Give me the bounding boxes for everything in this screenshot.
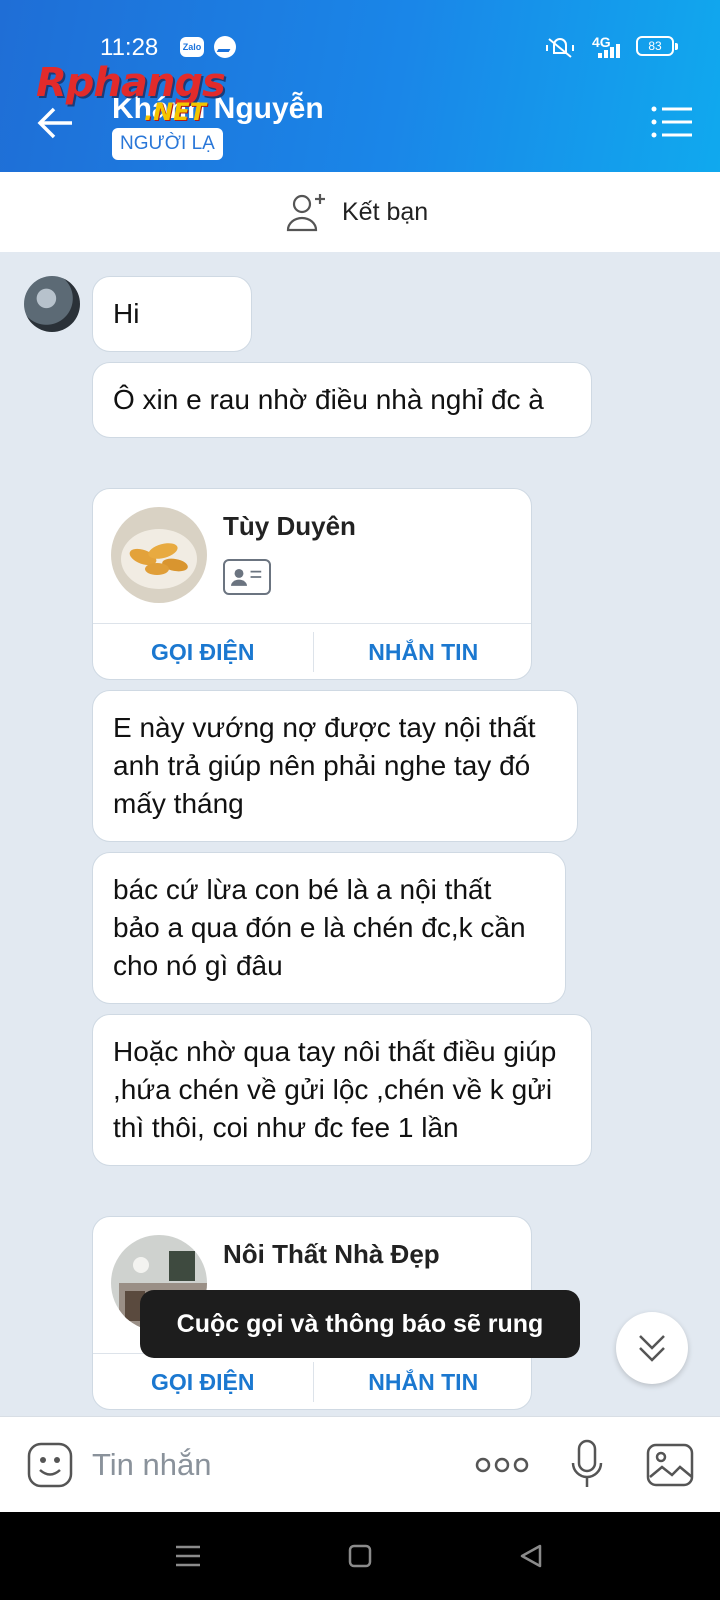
top-bar: 11:28 Zalo 4G 83 Khánh Nguyễn NGƯỜI LẠ R… xyxy=(0,0,720,172)
call-button[interactable]: GỌI ĐIỆN xyxy=(93,1354,313,1409)
system-nav-bar xyxy=(0,1512,720,1600)
message-bubble[interactable]: Ô xin e rau nhờ điều nhà nghỉ đc à xyxy=(92,362,592,438)
microphone-icon[interactable] xyxy=(570,1439,604,1491)
signal-icon xyxy=(598,44,622,58)
vibrate-icon xyxy=(546,38,574,58)
contact-card-actions: GỌI ĐIỆN NHẮN TIN xyxy=(93,623,532,679)
add-friend-icon xyxy=(286,194,325,232)
message-bubble[interactable]: E này vướng nợ được tay nội thất anh trả… xyxy=(92,690,578,842)
nav-menu-icon[interactable] xyxy=(170,1538,206,1574)
message-text: Hi xyxy=(113,298,140,329)
id-card-icon xyxy=(223,559,271,595)
add-friend-button[interactable]: Kết bạn xyxy=(286,190,428,234)
contact-card-name: Tùy Duyên xyxy=(223,511,356,541)
call-button[interactable]: GỌI ĐIỆN xyxy=(93,624,313,679)
nav-home-icon[interactable] xyxy=(342,1538,378,1574)
contact-card[interactable]: Tùy Duyên GỌI ĐIỆN NHẮN TIN xyxy=(92,488,532,680)
nav-back-icon[interactable] xyxy=(514,1538,550,1574)
add-friend-label: Kết bạn xyxy=(342,197,429,226)
scroll-to-bottom-button[interactable] xyxy=(616,1312,688,1384)
message-composer xyxy=(0,1416,720,1512)
messenger-notification-icon xyxy=(214,36,236,58)
message-input[interactable] xyxy=(92,1439,452,1491)
message-bubble[interactable]: Hi xyxy=(92,276,252,352)
watermark-logo: Rphangs .NET xyxy=(36,60,256,140)
more-dots-icon[interactable] xyxy=(474,1447,530,1483)
message-text: Ô xin e rau nhờ điều nhà nghỉ đc à xyxy=(113,384,544,415)
sender-avatar[interactable] xyxy=(24,276,80,332)
message-text: E này vướng nợ được tay nội thất anh trả… xyxy=(113,712,536,819)
emoji-icon[interactable] xyxy=(26,1441,74,1489)
message-text: Hoặc nhờ qua tay nôi thất điều giúp ,hứa… xyxy=(113,1036,557,1143)
message-text: bác cứ lừa con bé là a nội thất bảo a qu… xyxy=(113,874,526,981)
send-message-button[interactable]: NHẮN TIN xyxy=(314,1354,532,1409)
chevrons-down-icon xyxy=(639,1335,665,1362)
contact-card-name: Nôi Thất Nhà Đẹp xyxy=(223,1239,440,1269)
image-icon[interactable] xyxy=(646,1443,694,1487)
message-bubble[interactable]: bác cứ lừa con bé là a nội thất bảo a qu… xyxy=(92,852,566,1004)
status-time: 11:28 xyxy=(100,34,159,61)
contact-card-photo xyxy=(111,507,207,603)
send-message-button[interactable]: NHẮN TIN xyxy=(314,624,532,679)
watermark-text-bottom: .NET xyxy=(144,98,206,126)
message-bubble[interactable]: Hoặc nhờ qua tay nôi thất điều giúp ,hứa… xyxy=(92,1014,592,1166)
zalo-notification-icon: Zalo xyxy=(180,37,204,57)
toast-notification: Cuộc gọi và thông báo sẽ rung xyxy=(140,1290,580,1358)
battery-icon: 83 xyxy=(636,36,678,56)
menu-list-icon[interactable] xyxy=(650,104,694,140)
contact-card-actions: GỌI ĐIỆN NHẮN TIN xyxy=(93,1353,532,1409)
add-friend-bar: Kết bạn xyxy=(0,172,720,252)
